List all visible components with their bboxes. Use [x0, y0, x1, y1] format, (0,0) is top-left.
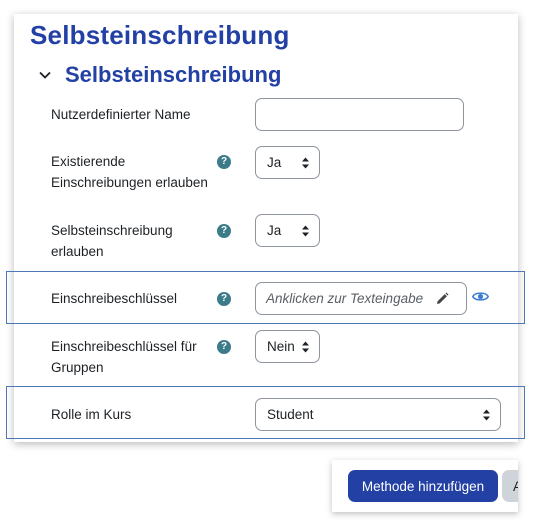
group-key-label-line2: Gruppen	[51, 360, 104, 375]
self-enrolment-select[interactable]: Ja	[255, 214, 320, 247]
role-label: Rolle im Kurs	[51, 407, 132, 422]
page-title: Selbsteinschreibung	[30, 20, 290, 50]
pencil-icon[interactable]	[435, 292, 449, 306]
help-icon[interactable]: ?	[217, 292, 231, 306]
section-header[interactable]: Selbsteinschreibung	[38, 62, 281, 88]
group-key-value: Nein	[267, 339, 295, 354]
existing-enrolments-label-line2: Einschreibungen erlauben	[51, 175, 208, 190]
add-method-button[interactable]: Methode hinzufügen	[348, 470, 498, 502]
existing-enrolments-select[interactable]: Ja	[255, 146, 320, 179]
self-enrolment-label-line1: Selbsteinschreibung	[51, 223, 173, 238]
help-icon[interactable]: ?	[217, 224, 231, 238]
select-arrows-icon	[302, 341, 309, 352]
enrolment-key-label: Einschreibeschlüssel	[51, 291, 178, 306]
self-enrolment-value: Ja	[267, 223, 282, 238]
existing-enrolments-label-line1: Existierende	[51, 154, 126, 169]
help-icon[interactable]: ?	[217, 340, 231, 354]
group-key-label: Einschreibeschlüssel für Gruppen	[51, 336, 197, 378]
enrolment-key-placeholder: Anklicken zur Texteingabe	[266, 291, 424, 306]
chevron-down-icon[interactable]	[38, 68, 52, 82]
group-key-select[interactable]: Nein	[255, 330, 320, 363]
self-enrolment-label-line2: erlauben	[51, 244, 104, 259]
footer-actions: Methode hinzufügen A	[332, 460, 518, 512]
self-enrolment-label: Selbsteinschreibung erlauben	[51, 220, 173, 262]
custom-name-input[interactable]	[255, 98, 464, 131]
section-title: Selbsteinschreibung	[65, 62, 282, 87]
select-arrows-icon	[302, 157, 309, 168]
select-arrows-icon	[302, 225, 309, 236]
existing-enrolments-value: Ja	[267, 155, 282, 170]
enrolment-key-input[interactable]: Anklicken zur Texteingabe	[255, 282, 467, 315]
select-arrows-icon	[483, 409, 490, 420]
role-select[interactable]: Student	[255, 398, 501, 431]
cancel-button[interactable]: A	[502, 470, 518, 502]
help-icon[interactable]: ?	[217, 155, 231, 169]
role-value: Student	[267, 407, 314, 422]
custom-name-label: Nutzerdefinierter Name	[51, 107, 191, 122]
existing-enrolments-label: Existierende Einschreibungen erlauben	[51, 151, 208, 193]
group-key-label-line1: Einschreibeschlüssel für	[51, 339, 197, 354]
eye-icon[interactable]	[472, 290, 489, 303]
